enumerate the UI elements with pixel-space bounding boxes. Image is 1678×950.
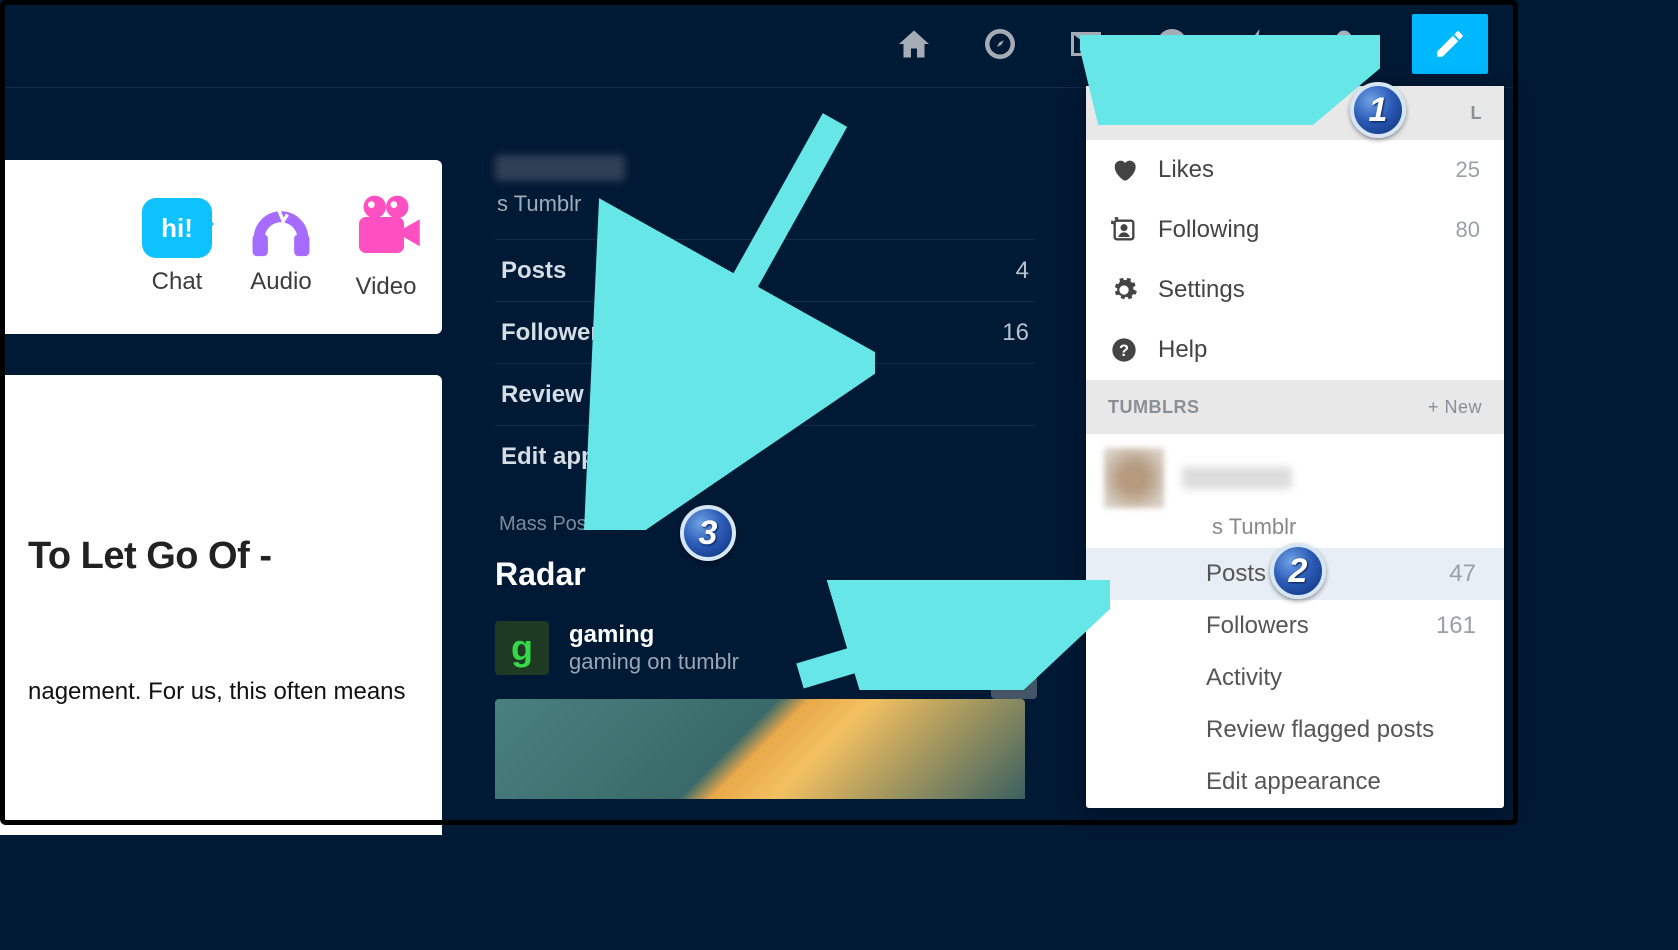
mass-post-editor-link[interactable]: Mass Post Editor <box>499 513 1035 536</box>
new-blog-link[interactable]: + New <box>1428 397 1482 418</box>
home-icon[interactable] <box>896 26 932 62</box>
sidebar-review-flagged-row[interactable]: Review flagged posts <box>495 363 1035 425</box>
radar-blog[interactable]: g gaming gaming on tumblr <box>495 621 1035 675</box>
row-count: 4 <box>1016 257 1029 285</box>
audio-icon <box>246 198 316 258</box>
item-label: Settings <box>1158 276 1245 304</box>
row-label: Edit appearance <box>501 443 686 471</box>
top-navbar <box>0 0 1518 88</box>
item-label: Followers <box>1206 612 1309 640</box>
settings-item[interactable]: Settings <box>1086 260 1504 320</box>
blurred-blog-name <box>495 155 625 181</box>
item-label: Following <box>1158 216 1259 244</box>
radar-preview-image[interactable] <box>495 699 1025 799</box>
sidebar-posts-row[interactable]: Posts 4 <box>495 239 1035 301</box>
item-label: Likes <box>1158 156 1214 184</box>
blog-review-flagged-item[interactable]: Review flagged posts <box>1086 704 1504 756</box>
chat-icon: hi! <box>142 198 212 258</box>
blog-sidebar: s Tumblr Posts 4 Followers 16 Review flagg… <box>495 155 1035 799</box>
radar-blog-name: gaming <box>569 621 739 649</box>
video-label: Video <box>356 273 417 301</box>
messaging-icon[interactable] <box>1154 26 1190 62</box>
chat-label: Chat <box>152 268 203 296</box>
item-label: Posts <box>1206 560 1266 588</box>
account-icon[interactable] <box>1326 26 1362 62</box>
item-label: Activity <box>1206 664 1282 692</box>
post-excerpt: nagement. For us, this often means <box>28 678 414 706</box>
item-label: Help <box>1158 336 1207 364</box>
video-post-button[interactable]: Video <box>350 194 422 301</box>
audio-label: Audio <box>250 268 311 296</box>
gear-icon <box>1110 276 1138 304</box>
radar-avatar: g <box>495 621 549 675</box>
account-section-header: ACCOUNT L <box>1086 86 1504 140</box>
blog-activity-item[interactable]: Activity <box>1086 652 1504 704</box>
blog-title-suffix: s Tumblr <box>1158 514 1504 540</box>
tumblrs-section-header: TUMBLRS + New <box>1086 380 1504 434</box>
following-item[interactable]: Following 80 <box>1086 200 1504 260</box>
help-item[interactable]: ? Help <box>1086 320 1504 380</box>
row-label: Followers <box>501 319 613 347</box>
post-type-bar: hi! Chat Audio Video <box>0 160 442 334</box>
radar-heading: Radar <box>495 556 1035 593</box>
blog-name-blurred <box>1182 467 1292 489</box>
step-badge-2: 2 <box>1270 543 1326 599</box>
follow-icon <box>1110 216 1138 244</box>
item-count: 25 <box>1456 157 1480 183</box>
help-icon: ? <box>1110 336 1138 364</box>
audio-post-button[interactable]: Audio <box>246 198 316 296</box>
sidebar-edit-appearance-row[interactable]: Edit appearance <box>495 425 1035 487</box>
blog-followers-item[interactable]: Followers 161 <box>1086 600 1504 652</box>
blog-avatar-blurred <box>1104 448 1164 508</box>
row-count: 16 <box>1002 319 1029 347</box>
recommended-post-card[interactable]: To Let Go Of - nagement. For us, this of… <box>0 375 442 835</box>
account-dropdown: ACCOUNT L Likes 25 Following 80 Settings ?… <box>1086 86 1504 808</box>
svg-text:?: ? <box>1119 342 1129 360</box>
blog-edit-appearance-item[interactable]: Edit appearance <box>1086 756 1504 808</box>
header-label: TUMBLRS <box>1108 397 1200 418</box>
item-count: 161 <box>1436 612 1476 640</box>
likes-item[interactable]: Likes 25 <box>1086 140 1504 200</box>
item-count: 80 <box>1456 217 1480 243</box>
video-icon <box>350 194 422 263</box>
item-label: Review flagged posts <box>1206 716 1434 744</box>
sidebar-followers-row[interactable]: Followers 16 <box>495 301 1035 363</box>
item-label: Edit appearance <box>1206 768 1381 796</box>
item-count: 47 <box>1449 560 1476 588</box>
header-label: ACCOUNT <box>1108 103 1202 124</box>
row-label: Posts <box>501 257 566 285</box>
follow-radar-button[interactable]: + <box>991 653 1037 699</box>
explore-icon[interactable] <box>982 26 1018 62</box>
logout-link[interactable]: L <box>1471 103 1483 124</box>
step-badge-3: 3 <box>680 505 736 561</box>
compose-button[interactable] <box>1412 14 1488 74</box>
heart-icon <box>1110 156 1138 184</box>
row-label: Review flagged posts <box>501 381 746 409</box>
blog-entry[interactable] <box>1086 434 1504 516</box>
radar-blog-desc: gaming on tumblr <box>569 649 739 675</box>
step-badge-1: 1 <box>1350 82 1406 138</box>
post-title: To Let Go Of - <box>28 535 414 578</box>
chat-post-button[interactable]: hi! Chat <box>142 198 212 296</box>
blog-title-suffix: s Tumblr <box>497 191 1035 217</box>
inbox-icon[interactable] <box>1068 26 1104 62</box>
activity-icon[interactable] <box>1240 26 1276 62</box>
